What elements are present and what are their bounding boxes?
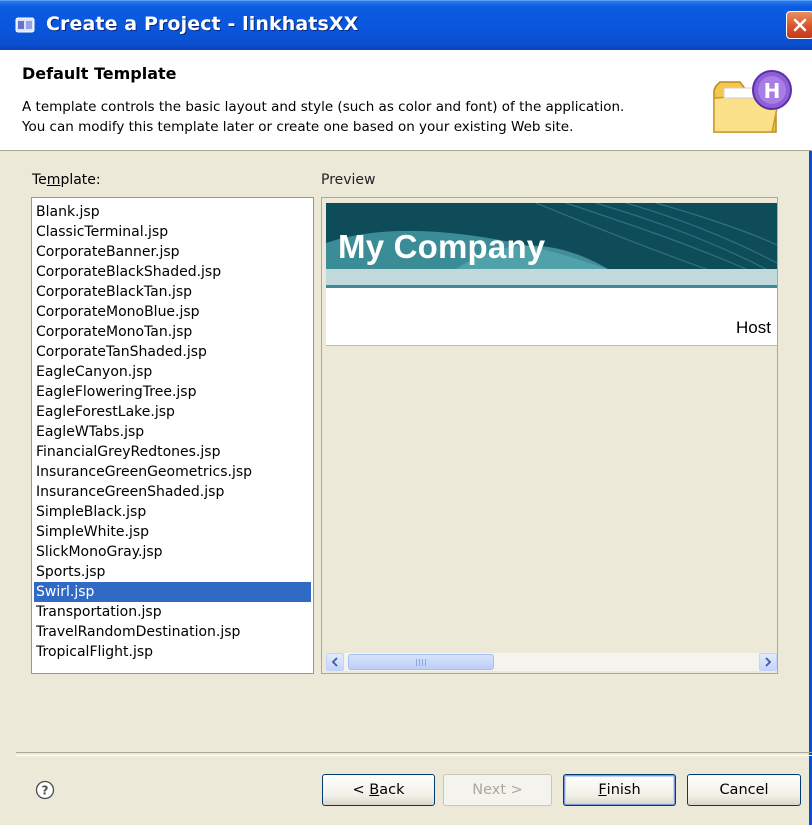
banner-company-name: My Company: [338, 228, 546, 265]
scroll-right-button[interactable]: [759, 653, 777, 671]
template-list-item[interactable]: SimpleBlack.jsp: [34, 502, 311, 522]
template-list-item[interactable]: CorporateMonoBlue.jsp: [34, 302, 311, 322]
scroll-down-button[interactable]: [777, 627, 778, 645]
template-list-item[interactable]: CorporateTanShaded.jsp: [34, 342, 311, 362]
preview-label: Preview: [321, 172, 376, 188]
close-icon: [793, 18, 807, 32]
template-list-item[interactable]: Sports.jsp: [34, 562, 311, 582]
page-title: Default Template: [22, 64, 177, 83]
template-list-item[interactable]: CorporateBlackShaded.jsp: [34, 262, 311, 282]
back-button[interactable]: < Back: [322, 774, 435, 806]
template-list-item[interactable]: InsuranceGreenShaded.jsp: [34, 482, 311, 502]
template-list-item[interactable]: CorporateBanner.jsp: [34, 242, 311, 262]
host-label: Host: [736, 318, 771, 337]
title-bar[interactable]: Create a Project - linkhatsXX: [0, 0, 812, 50]
folder-h-icon: H: [713, 70, 792, 133]
template-list-item[interactable]: EagleFloweringTree.jsp: [34, 382, 311, 402]
scroll-up-button[interactable]: [777, 203, 778, 221]
horizontal-scroll-thumb[interactable]: [348, 654, 494, 670]
svg-text:H: H: [764, 79, 781, 103]
horizontal-scrollbar[interactable]: [326, 653, 777, 671]
template-list-item[interactable]: FinancialGreyRedtones.jsp: [34, 442, 311, 462]
preview-pane[interactable]: My Company Host: [321, 197, 778, 674]
template-list-item[interactable]: SimpleWhite.jsp: [34, 522, 311, 542]
description-line-2: You can modify this template later or cr…: [22, 119, 574, 135]
svg-text:?: ?: [42, 784, 49, 798]
description-line-1: A template controls the basic layout and…: [22, 99, 625, 115]
window-title: Create a Project - linkhatsXX: [46, 13, 359, 35]
template-list-item[interactable]: EagleCanyon.jsp: [34, 362, 311, 382]
finish-button[interactable]: Finish: [563, 774, 676, 806]
create-project-dialog: Create a Project - linkhatsXX Default Te…: [0, 0, 812, 825]
template-list-item[interactable]: EagleWTabs.jsp: [34, 422, 311, 442]
template-list-item[interactable]: SlickMonoGray.jsp: [34, 542, 311, 562]
help-icon[interactable]: ?: [35, 780, 55, 800]
page-description: A template controls the basic layout and…: [22, 97, 624, 137]
preview-document: My Company Host: [326, 203, 777, 346]
template-list-item[interactable]: InsuranceGreenGeometrics.jsp: [34, 462, 311, 482]
template-list-item[interactable]: CorporateMonoTan.jsp: [34, 322, 311, 342]
arrow-right-icon: [765, 657, 772, 667]
cancel-button[interactable]: Cancel: [687, 774, 801, 806]
template-list-item[interactable]: TropicalFlight.jsp: [34, 642, 311, 662]
template-list-item[interactable]: TravelRandomDestination.jsp: [34, 622, 311, 642]
banner-strip: [326, 269, 777, 285]
template-list[interactable]: Blank.jsp ClassicTerminal.jsp CorporateBan…: [31, 197, 314, 674]
scroll-left-button[interactable]: [326, 653, 344, 671]
preview-banner: My Company: [326, 203, 777, 269]
template-list-item[interactable]: Swirl.jsp: [34, 582, 311, 602]
template-list-item[interactable]: Blank.jsp: [34, 202, 311, 222]
app-icon: [15, 17, 35, 33]
template-list-item[interactable]: CorporateBlackTan.jsp: [34, 282, 311, 302]
close-button[interactable]: [786, 11, 812, 39]
template-list-item[interactable]: Transportation.jsp: [34, 602, 311, 622]
template-list-item[interactable]: EagleForestLake.jsp: [34, 402, 311, 422]
banner-divider: [326, 285, 777, 288]
next-button[interactable]: Next >: [443, 774, 552, 806]
footer-separator: [16, 752, 812, 756]
template-label: Template:: [32, 172, 101, 188]
template-list-item[interactable]: ClassicTerminal.jsp: [34, 222, 311, 242]
arrow-left-icon: [331, 657, 338, 667]
vertical-scrollbar[interactable]: [777, 203, 778, 645]
preview-divider: [326, 345, 777, 346]
